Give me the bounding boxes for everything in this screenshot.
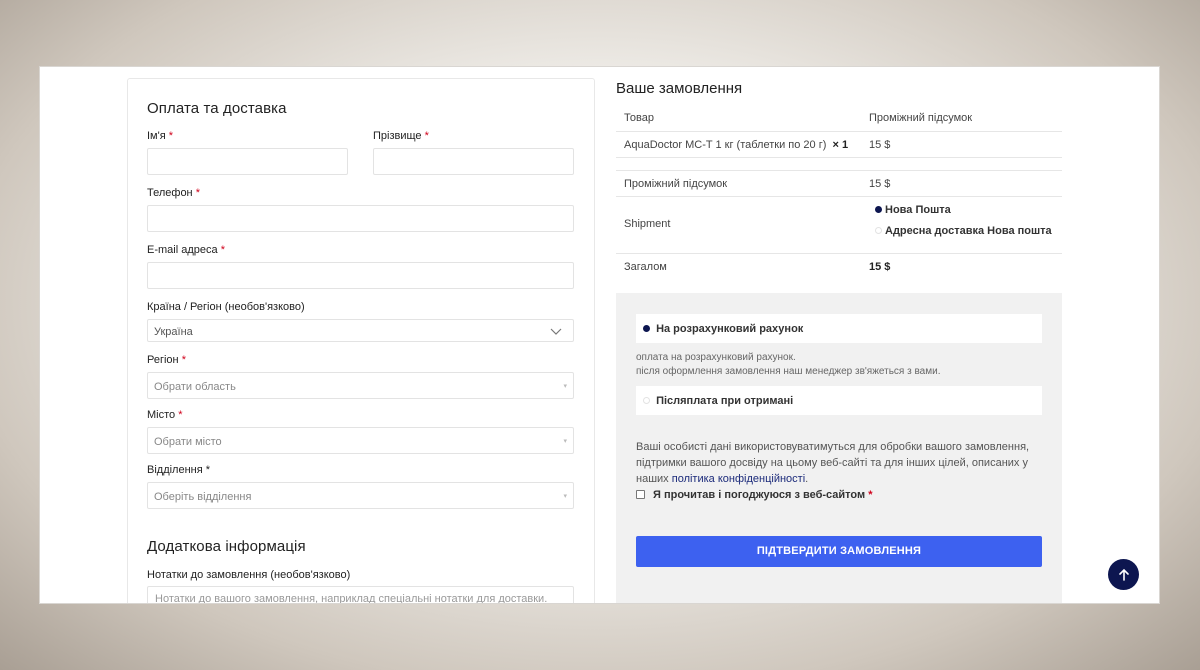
terms-checkbox[interactable] xyxy=(636,490,645,499)
first-name-input[interactable] xyxy=(147,148,348,175)
city-select[interactable]: Обрати місто ▾ xyxy=(147,427,574,454)
shipment-row: Shipment Нова Пошта Адресна доставка Нов… xyxy=(616,197,1062,254)
radio-unselected-icon xyxy=(875,227,882,234)
chevron-down-icon: ▾ xyxy=(563,438,567,445)
subtotal-row: Проміжний підсумок 15 $ xyxy=(616,171,1062,197)
city-select-placeholder: Обрати місто xyxy=(154,436,222,448)
col-product-header: Товар xyxy=(624,112,654,124)
region-select[interactable]: Обрати область ▾ xyxy=(147,372,574,399)
shipment-label: Shipment xyxy=(624,218,671,230)
order-review: Ваше замовлення Товар Проміжний підсумок… xyxy=(616,67,1062,603)
item-price: 15 $ xyxy=(869,139,891,151)
privacy-notice: Ваші особисті дані використовуватимуться… xyxy=(636,441,1030,485)
order-notes-textarea[interactable]: Нотатки до вашого замовлення, наприклад … xyxy=(147,586,574,603)
order-notes-placeholder: Нотатки до вашого замовлення, наприклад … xyxy=(155,593,548,603)
phone-input[interactable] xyxy=(147,205,574,232)
chevron-down-icon: ▾ xyxy=(563,493,567,500)
branch-label: Відділення * xyxy=(147,464,211,476)
chevron-down-icon: ▾ xyxy=(563,383,567,390)
order-item-row: AquaDoctor MC-T 1 кг (таблетки по 20 г) … xyxy=(616,132,1062,158)
shipping-option-nova-poshta[interactable]: Нова Пошта xyxy=(875,204,951,216)
payment-option-cash-on-delivery[interactable]: Післяплата при отримані xyxy=(636,386,1042,415)
email-input[interactable] xyxy=(147,262,574,289)
subtotal-label: Проміжний підсумок xyxy=(624,178,728,190)
additional-info-title: Додаткова інформація xyxy=(147,538,306,555)
order-table-spacer xyxy=(616,158,1062,171)
privacy-policy-link[interactable]: політика конфіденційності xyxy=(672,473,805,485)
total-row: Загалом 15 $ xyxy=(616,254,1062,281)
country-label: Країна / Регіон (необов'язково) xyxy=(147,301,305,313)
order-table-header: Товар Проміжний підсумок xyxy=(616,106,1062,132)
page-frame: Оплата та доставка Ім'я * Прізвище * Тел… xyxy=(40,67,1159,603)
region-label: Регіон * xyxy=(147,354,186,366)
chevron-down-icon xyxy=(550,328,562,335)
email-label: E-mail адреса * xyxy=(147,244,225,256)
terms-agree-label: Я прочитав і погоджуюся з веб-сайтом xyxy=(653,489,866,501)
city-label: Місто * xyxy=(147,409,183,421)
item-qty: × 1 xyxy=(832,139,849,151)
country-select-value: Україна xyxy=(154,326,193,338)
item-name: AquaDoctor MC-T 1 кг (таблетки по 20 г) … xyxy=(624,139,849,151)
arrow-up-icon xyxy=(1118,568,1129,581)
col-subtotal-header: Проміжний підсумок xyxy=(869,112,973,124)
total-label: Загалом xyxy=(624,261,667,273)
scroll-to-top-button[interactable] xyxy=(1108,559,1139,590)
last-name-input[interactable] xyxy=(373,148,574,175)
billing-form-card: Оплата та доставка Ім'я * Прізвище * Тел… xyxy=(127,78,595,603)
confirm-order-button[interactable]: ПІДТВЕРДИТИ ЗАМОВЛЕННЯ xyxy=(636,536,1042,567)
terms-agree[interactable]: Я прочитав і погоджуюся з веб-сайтом * xyxy=(636,489,872,501)
last-name-label: Прізвище * xyxy=(373,130,429,142)
billing-title: Оплата та доставка xyxy=(147,100,287,117)
branch-select-placeholder: Оберіть відділення xyxy=(154,491,252,503)
radio-selected-icon xyxy=(875,206,882,213)
shipping-option-address-delivery[interactable]: Адресна доставка Нова пошта xyxy=(875,225,1052,237)
bank-transfer-description: оплата на розрахунковий рахунок. після о… xyxy=(636,352,941,377)
order-title: Ваше замовлення xyxy=(616,80,743,97)
phone-label: Телефон * xyxy=(147,187,200,199)
country-select[interactable]: Україна xyxy=(147,319,574,342)
subtotal-value: 15 $ xyxy=(869,178,891,190)
payment-option-bank-transfer[interactable]: На розрахунковий рахунок xyxy=(636,314,1042,343)
radio-selected-icon xyxy=(643,325,650,332)
branch-select[interactable]: Оберіть відділення ▾ xyxy=(147,482,574,509)
radio-unselected-icon xyxy=(643,397,650,404)
order-notes-label: Нотатки до замовлення (необов'язково) xyxy=(147,569,351,581)
region-select-placeholder: Обрати область xyxy=(154,381,236,393)
total-value: 15 $ xyxy=(869,261,891,273)
first-name-label: Ім'я * xyxy=(147,130,174,142)
payment-box: На розрахунковий рахунок оплата на розра… xyxy=(616,293,1062,603)
